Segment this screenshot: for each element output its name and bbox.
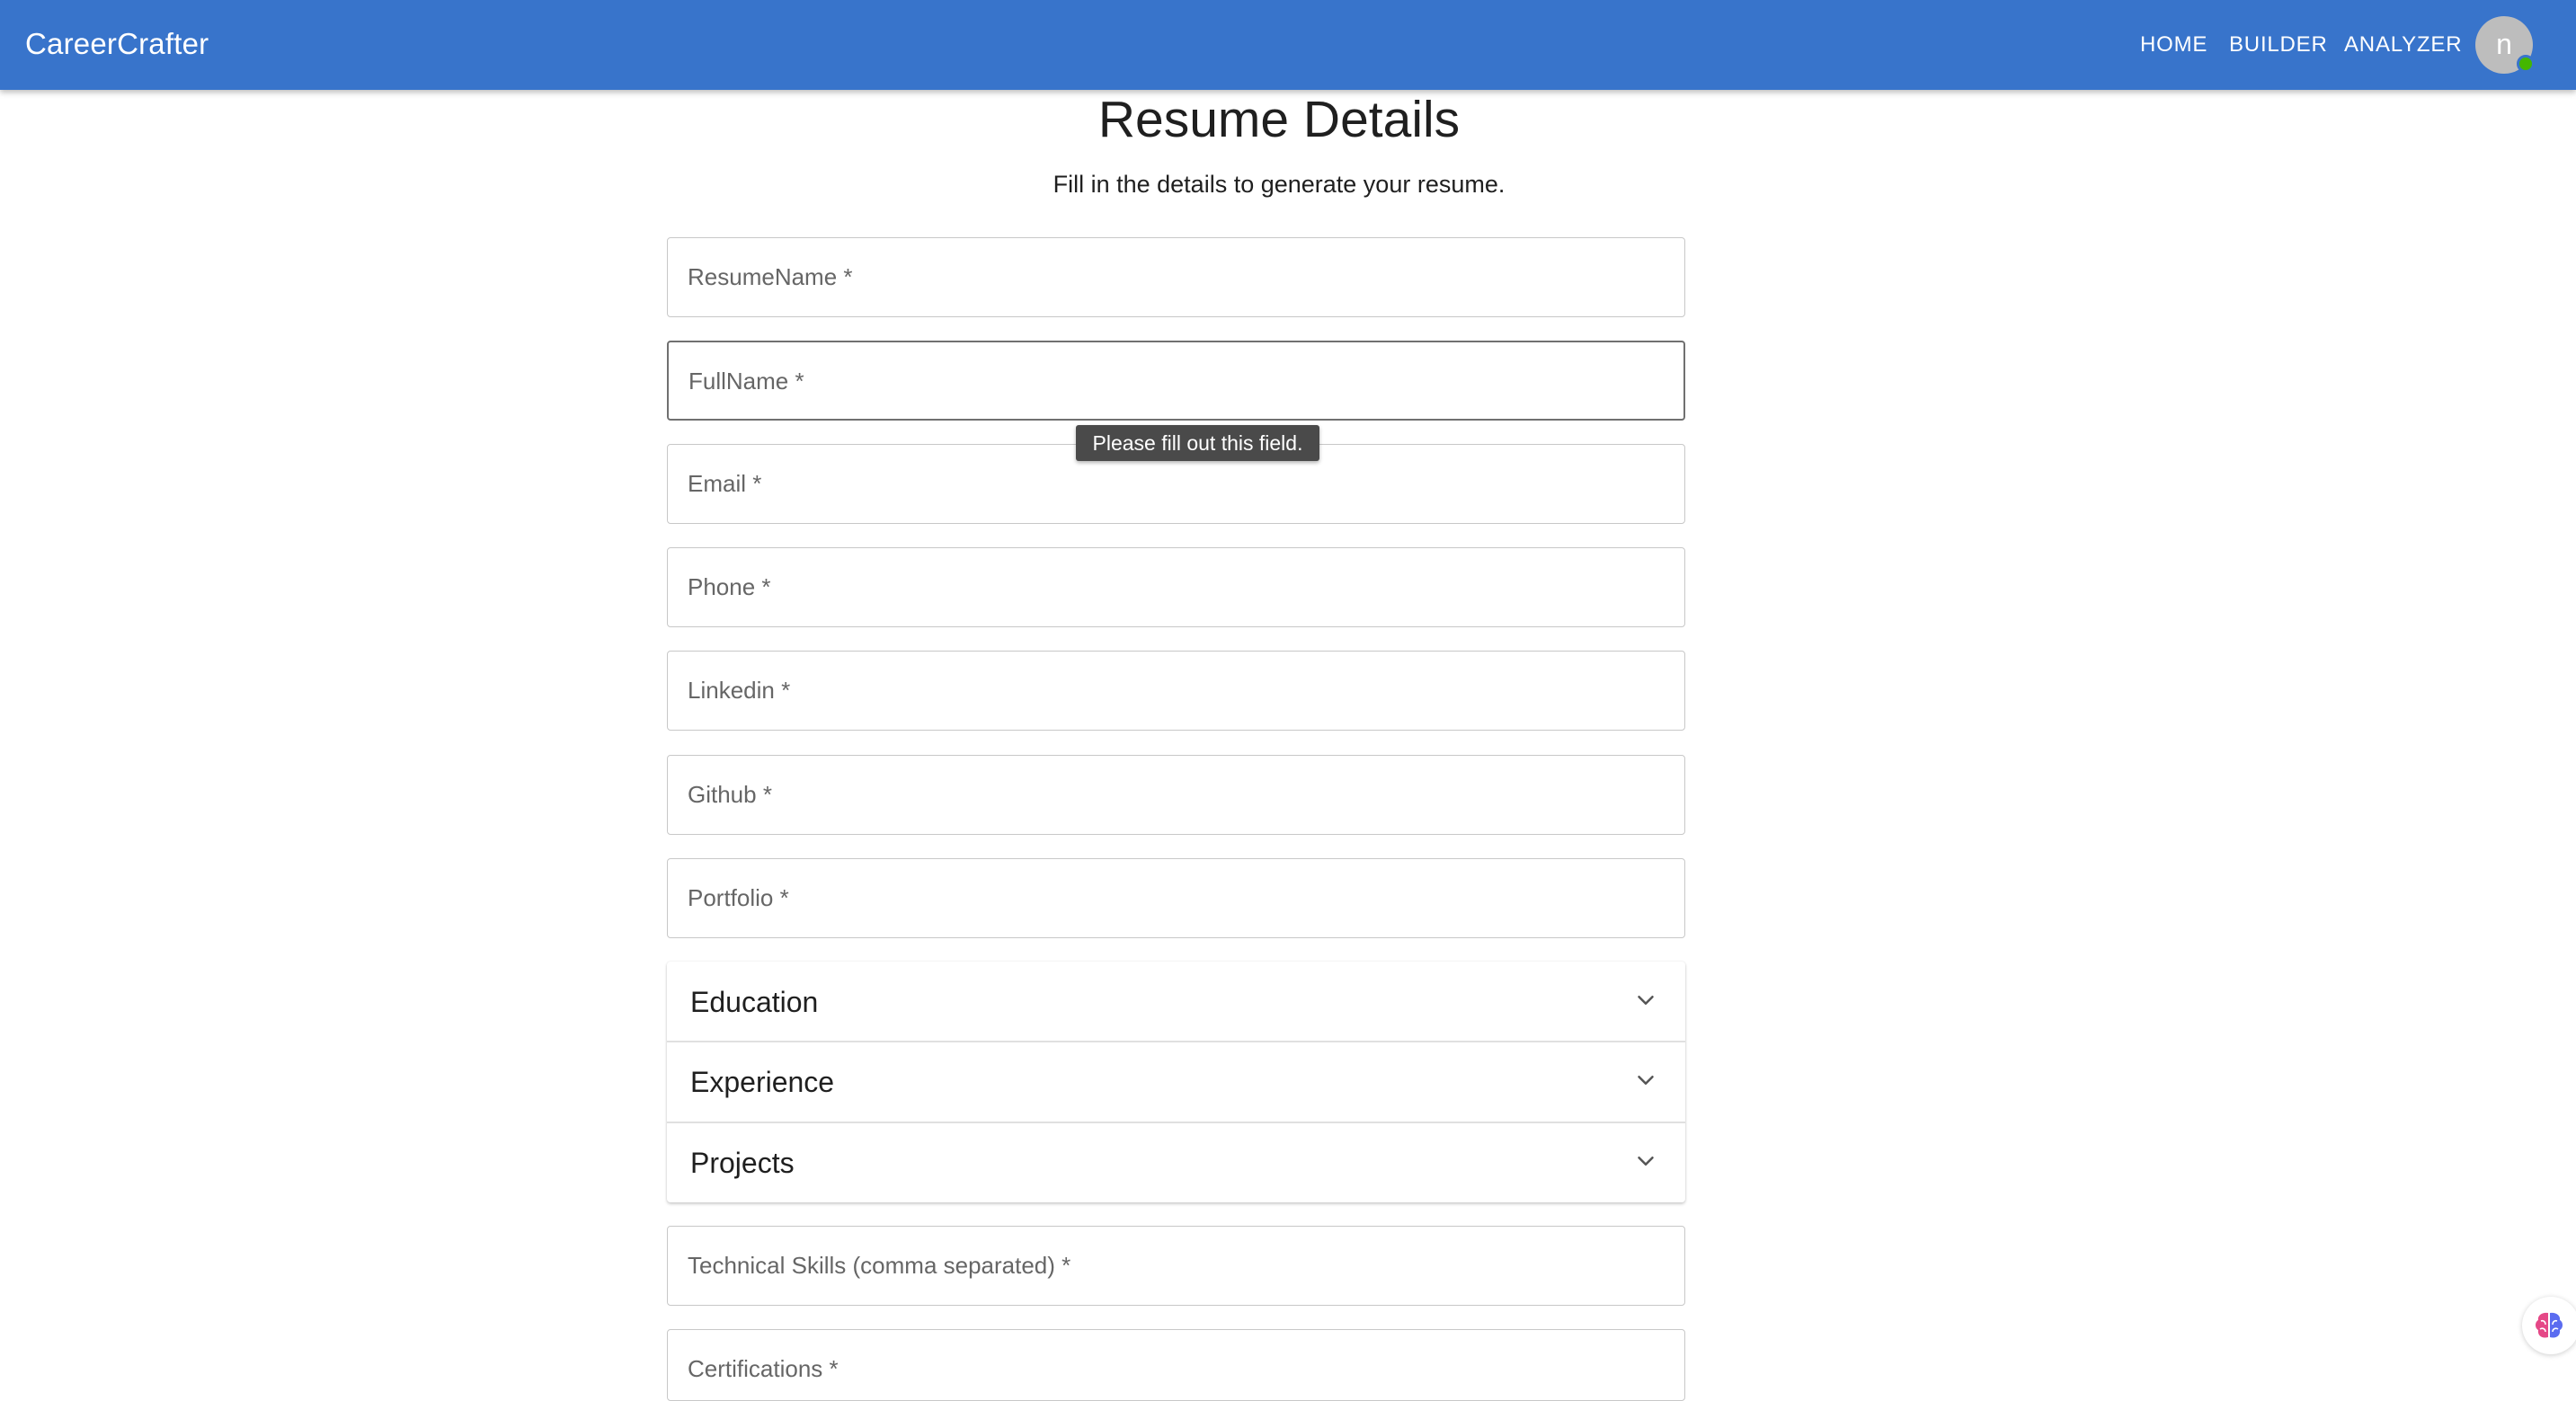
- nav-builder[interactable]: BUILDER: [2229, 32, 2328, 58]
- chevron-down-icon: [1638, 996, 1654, 1005]
- experience-title: Experience: [690, 1066, 835, 1098]
- email-label: Email *: [688, 470, 762, 497]
- app-bar: CareerCrafter HOME BUILDER ANALYZER n: [0, 0, 2576, 90]
- sections-accordion: Education Experience Projects: [667, 962, 1685, 1202]
- nav-analyzer[interactable]: ANALYZER: [2344, 32, 2462, 58]
- brand-logo-text[interactable]: CareerCrafter: [25, 27, 209, 61]
- full-name-label: FullName *: [688, 368, 804, 395]
- technical-skills-field[interactable]: Technical Skills (comma separated) *: [667, 1226, 1685, 1306]
- linkedin-field[interactable]: Linkedin *: [667, 651, 1685, 731]
- online-status-dot: [2517, 55, 2535, 73]
- chevron-down-icon: [1638, 1157, 1654, 1166]
- portfolio-label: Portfolio *: [688, 884, 789, 911]
- resume-name-label: ResumeName *: [688, 263, 853, 290]
- chevron-down-icon: [1638, 1076, 1654, 1085]
- education-title: Education: [690, 986, 819, 1018]
- accordion-projects[interactable]: Projects: [667, 1122, 1685, 1202]
- phone-label: Phone *: [688, 573, 771, 600]
- brain-icon: [2536, 1312, 2563, 1338]
- full-name-field[interactable]: FullName *: [667, 341, 1685, 421]
- page-title: Resume Details: [1097, 91, 1461, 148]
- nav-home[interactable]: HOME: [2140, 32, 2207, 58]
- portfolio-field[interactable]: Portfolio *: [667, 858, 1685, 938]
- accordion-experience[interactable]: Experience: [667, 1042, 1685, 1122]
- assistant-fab[interactable]: [2522, 1297, 2576, 1354]
- page-subtitle: Fill in the details to generate your res…: [1053, 171, 1506, 198]
- validation-tooltip: Please fill out this field.: [1076, 425, 1319, 461]
- github-field[interactable]: Github *: [667, 755, 1685, 835]
- linkedin-label: Linkedin *: [688, 677, 791, 704]
- resume-name-field[interactable]: ResumeName *: [667, 237, 1685, 317]
- phone-field[interactable]: Phone *: [667, 547, 1685, 627]
- github-label: Github *: [688, 781, 772, 808]
- accordion-education[interactable]: Education: [667, 962, 1685, 1042]
- certifications-label: Certifications *: [688, 1355, 839, 1382]
- projects-title: Projects: [690, 1147, 795, 1179]
- technical-skills-label: Technical Skills (comma separated) *: [688, 1252, 1071, 1279]
- certifications-field[interactable]: Certifications *: [667, 1329, 1685, 1401]
